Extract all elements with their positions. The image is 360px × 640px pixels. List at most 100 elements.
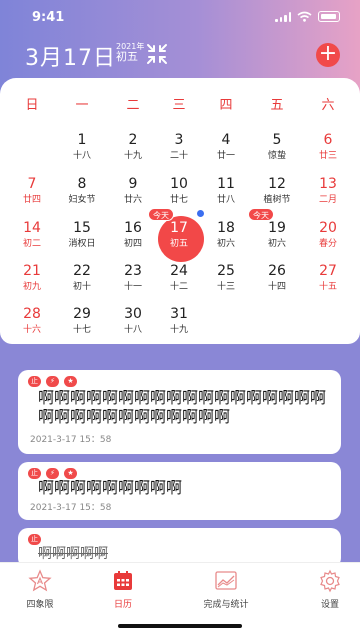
calendar-day[interactable]: 28 十六 bbox=[8, 306, 56, 346]
calendar-day[interactable]: 3 二十 bbox=[155, 132, 203, 172]
calendar-day[interactable]: 4 廿一 bbox=[202, 132, 250, 172]
calendar-day[interactable]: 8 妇女节 bbox=[58, 176, 106, 216]
weekday-header: 二 bbox=[126, 98, 140, 113]
calendar-day[interactable]: 1 十八 bbox=[58, 132, 106, 172]
calendar-day[interactable]: 17 初五 bbox=[155, 220, 203, 260]
day-number: 25 bbox=[217, 263, 235, 279]
calendar-day[interactable]: 21 初九 bbox=[8, 263, 56, 303]
weekday-header: 日 bbox=[25, 98, 39, 113]
chart-icon bbox=[215, 571, 237, 590]
calendar-day[interactable]: 31 十九 bbox=[155, 306, 203, 346]
day-number: 21 bbox=[23, 263, 41, 279]
tab-quadrant[interactable]: 四象限 bbox=[0, 569, 80, 610]
lunar-label: 廿八 bbox=[216, 195, 235, 205]
note-card[interactable]: 止 ⚡ ★ 啊啊啊啊啊啊啊啊啊 2021-3-17 15：58 bbox=[18, 462, 341, 520]
lunar-label: 十九 bbox=[169, 325, 188, 335]
calendar-day[interactable]: 11 廿八 bbox=[202, 176, 250, 216]
day-number: 3 bbox=[174, 132, 184, 148]
stop-badge: 止 bbox=[28, 376, 41, 387]
calendar-day[interactable]: 13 二月 bbox=[304, 176, 352, 216]
lunar-label: 初五 bbox=[169, 239, 188, 249]
lunar-label: 初二 bbox=[22, 239, 41, 249]
note-card[interactable]: 止 ⚡ ★ 啊啊啊啊啊啊啊啊啊啊啊啊啊啊啊啊啊啊啊啊啊啊啊啊啊啊啊啊啊啊 202… bbox=[18, 370, 341, 454]
calendar-day[interactable]: 24 十二 bbox=[155, 263, 203, 303]
lunar-label: 十六 bbox=[22, 325, 41, 335]
calendar-day[interactable]: 30 十八 bbox=[109, 306, 157, 346]
calendar-day[interactable]: 22 初十 bbox=[58, 263, 106, 303]
lunar-label: 十八 bbox=[72, 151, 91, 161]
lunar-label: 消权日 bbox=[68, 239, 96, 249]
calendar-day[interactable]: 18 初六 bbox=[202, 220, 250, 260]
day-number: 18 bbox=[217, 220, 235, 236]
day-number: 12 bbox=[268, 176, 286, 192]
calendar-day[interactable]: 15 消权日 bbox=[58, 220, 106, 260]
lunar-label: 十三 bbox=[216, 282, 235, 292]
urgent-badge: ⚡ bbox=[46, 376, 59, 387]
calendar-day[interactable]: 20 春分 bbox=[304, 220, 352, 260]
day-number: 2 bbox=[128, 132, 138, 148]
stop-badge: 止 bbox=[28, 534, 41, 545]
day-number: 6 bbox=[323, 132, 333, 148]
note-text: 啊啊啊啊啊啊啊啊啊啊啊啊啊啊啊啊啊啊啊啊啊啊啊啊啊啊啊啊啊啊 bbox=[38, 388, 327, 426]
day-number: 26 bbox=[268, 263, 286, 279]
wifi-icon bbox=[297, 11, 312, 22]
day-number: 29 bbox=[73, 306, 91, 322]
calendar-day[interactable]: 29 十七 bbox=[58, 306, 106, 346]
calendar-day[interactable]: 19 初六 bbox=[253, 220, 301, 260]
lunar-label: 初六 bbox=[267, 239, 286, 249]
day-number: 9 bbox=[128, 176, 138, 192]
calendar-day[interactable]: 23 十一 bbox=[109, 263, 157, 303]
lunar-label: 十八 bbox=[123, 325, 142, 335]
note-text: 啊啊啊啊啊啊啊啊啊 bbox=[38, 478, 183, 497]
gear-icon bbox=[320, 569, 340, 593]
weekday-header: 五 bbox=[270, 98, 284, 113]
lunar-label: 春分 bbox=[318, 239, 337, 249]
calendar-day[interactable]: 14 初二 bbox=[8, 220, 56, 260]
lunar-label: 惊蛰 bbox=[267, 151, 286, 161]
tab-settings[interactable]: 设置 bbox=[290, 569, 360, 610]
day-number: 11 bbox=[217, 176, 235, 192]
calendar-day[interactable]: 27 十五 bbox=[304, 263, 352, 303]
day-number: 23 bbox=[124, 263, 142, 279]
tab-label: 四象限 bbox=[26, 600, 54, 610]
calendar-day[interactable]: 6 廿三 bbox=[304, 132, 352, 172]
lunar-label: 二月 bbox=[318, 195, 337, 205]
calendar-day[interactable]: 5 惊蛰 bbox=[253, 132, 301, 172]
weekday-header: 三 bbox=[172, 98, 186, 113]
day-number: 1 bbox=[77, 132, 87, 148]
lunar-date: 2021年 初五 bbox=[116, 42, 144, 64]
status-bar: 9:41 bbox=[0, 0, 360, 34]
calendar-day[interactable]: 2 十九 bbox=[109, 132, 157, 172]
calendar-day[interactable]: 7 廿四 bbox=[8, 176, 56, 216]
calendar-day[interactable]: 16 初四 bbox=[109, 220, 157, 260]
today-tag: 今天 bbox=[148, 208, 174, 221]
day-number: 5 bbox=[272, 132, 282, 148]
signal-icon bbox=[275, 11, 291, 22]
day-number: 22 bbox=[73, 263, 91, 279]
day-number: 24 bbox=[170, 263, 188, 279]
weekday-header: 六 bbox=[321, 98, 335, 113]
current-date-title[interactable]: 3月17日 bbox=[25, 40, 116, 72]
add-button[interactable]: + bbox=[316, 43, 340, 67]
lunar-label: 初四 bbox=[123, 239, 142, 249]
day-number: 10 bbox=[170, 176, 188, 192]
lunar-label: 廿一 bbox=[216, 151, 235, 161]
tab-stats[interactable]: 完成与统计 bbox=[186, 569, 266, 610]
day-number: 27 bbox=[319, 263, 337, 279]
collapse-icon[interactable] bbox=[145, 42, 169, 66]
lunar-label: 十四 bbox=[267, 282, 286, 292]
weekday-header: 一 bbox=[75, 98, 89, 113]
calendar-day[interactable]: 25 十三 bbox=[202, 263, 250, 303]
day-number: 4 bbox=[221, 132, 231, 148]
calendar-icon bbox=[114, 571, 132, 590]
today-tag: 今天 bbox=[248, 208, 274, 221]
day-number: 17 bbox=[170, 220, 188, 236]
lunar-label: 十七 bbox=[72, 325, 91, 335]
tab-calendar[interactable]: 日历 bbox=[83, 569, 163, 610]
lunar-label: 妇女节 bbox=[68, 195, 96, 205]
tab-label: 设置 bbox=[320, 600, 339, 610]
day-number: 15 bbox=[73, 220, 91, 236]
calendar-day[interactable]: 26 十四 bbox=[253, 263, 301, 303]
weekday-header: 四 bbox=[219, 98, 233, 113]
battery-icon bbox=[318, 11, 340, 22]
